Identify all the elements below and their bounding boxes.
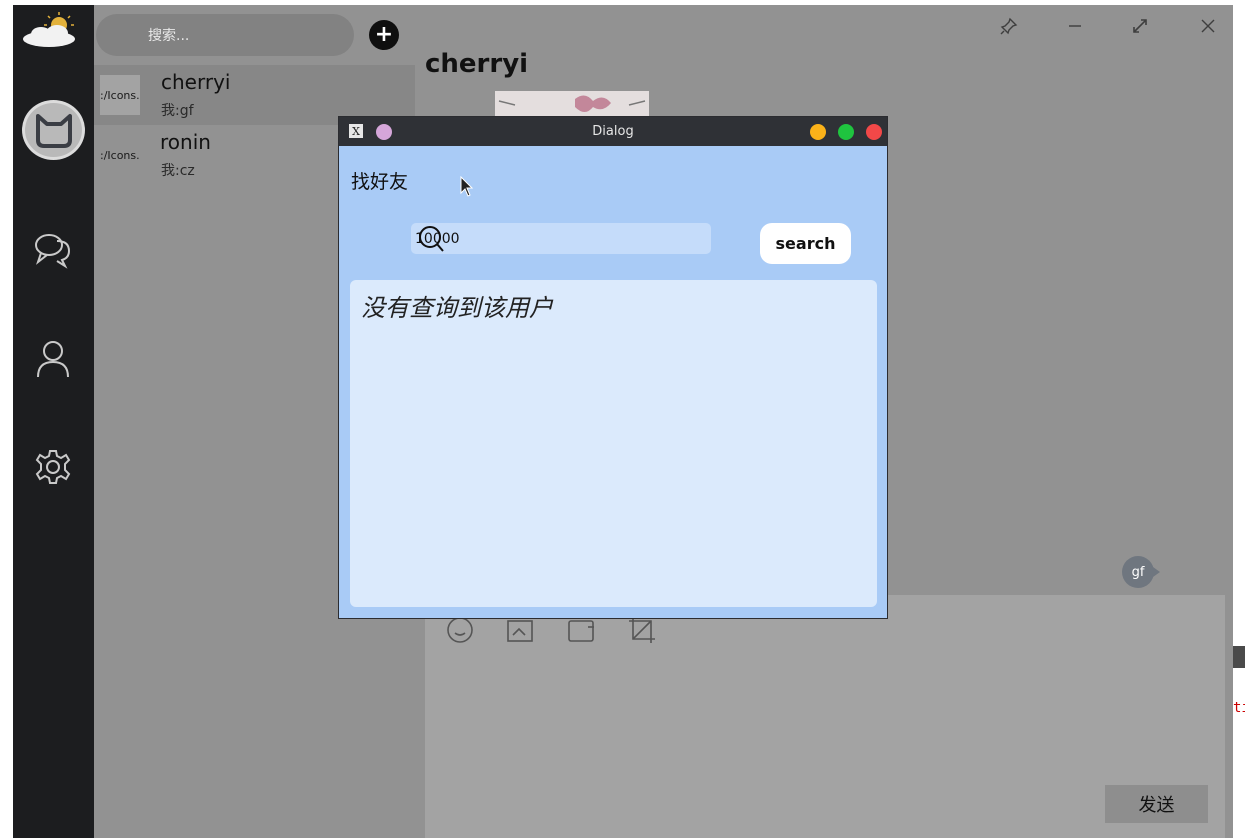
minimize-icon xyxy=(1069,25,1081,27)
maximize-icon xyxy=(1133,19,1147,33)
nav-settings-button[interactable] xyxy=(33,447,73,487)
search-button[interactable]: search xyxy=(760,223,851,264)
editor-error-text: ti xyxy=(1233,700,1245,716)
search-placeholder: 搜索... xyxy=(148,28,190,44)
user-avatar[interactable] xyxy=(22,100,85,160)
dialog-minimize-button[interactable] xyxy=(810,124,826,140)
close-button[interactable] xyxy=(1197,15,1219,37)
message-composer[interactable]: 发送 xyxy=(425,595,1225,838)
emoji-icon[interactable] xyxy=(445,615,475,645)
weather-logo-icon xyxy=(23,12,75,47)
editor-tab xyxy=(1233,646,1245,668)
chat-icon xyxy=(35,234,71,269)
folder-icon[interactable] xyxy=(566,615,596,645)
settings-icon xyxy=(35,450,71,484)
chat-title: cherryi xyxy=(425,49,529,79)
contact-avatar: :/Icons. xyxy=(100,148,140,162)
dialog-maximize-button[interactable] xyxy=(838,124,854,140)
maximize-button[interactable] xyxy=(1129,15,1151,37)
dialog-titlebar[interactable]: X Dialog xyxy=(339,117,887,146)
contacts-search-input[interactable]: 搜索... xyxy=(96,14,354,56)
contact-last-message: 我:gf xyxy=(161,103,194,119)
message-bubble: gf xyxy=(1122,556,1160,588)
pin-button[interactable] xyxy=(998,15,1020,37)
contact-name: cherryi xyxy=(161,70,231,94)
nav-contacts-button[interactable] xyxy=(33,339,73,379)
nav-chat-button[interactable] xyxy=(33,229,73,269)
screenshot-icon[interactable] xyxy=(627,615,657,645)
find-friend-dialog: X Dialog 找好友 search 没有查询到该用户 xyxy=(338,116,888,619)
contact-last-message: 我:cz xyxy=(161,163,195,179)
dialog-title: Dialog xyxy=(592,124,634,139)
send-button[interactable]: 发送 xyxy=(1105,785,1208,823)
minimize-button[interactable] xyxy=(1064,15,1086,37)
add-friend-button[interactable]: + xyxy=(369,20,399,50)
cat-face-icon xyxy=(35,114,72,148)
search-result-text: 没有查询到该用户 xyxy=(361,294,553,322)
icon-sidebar xyxy=(13,5,94,838)
contacts-icon xyxy=(37,341,69,378)
contact-avatar: :/Icons. xyxy=(100,75,140,115)
friend-search-input[interactable] xyxy=(411,223,711,254)
contact-name: ronin xyxy=(160,130,211,154)
search-result-panel: 没有查询到该用户 xyxy=(350,280,877,607)
file-icon[interactable] xyxy=(505,615,535,645)
pin-icon xyxy=(1000,17,1018,35)
dialog-close-button[interactable] xyxy=(866,124,882,140)
friend-search-field[interactable] xyxy=(411,223,711,254)
background-editor-strip: ti xyxy=(1233,0,1245,838)
mouse-cursor-icon xyxy=(460,176,474,197)
close-icon xyxy=(1201,19,1215,33)
dialog-heading: 找好友 xyxy=(351,171,409,193)
